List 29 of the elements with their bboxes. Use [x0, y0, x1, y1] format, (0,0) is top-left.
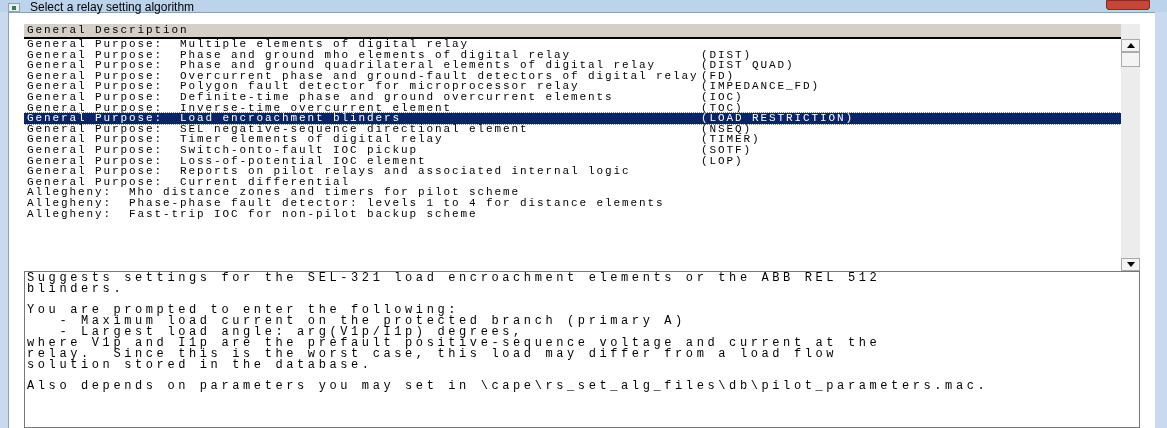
close-button[interactable]	[1106, 0, 1150, 10]
list-row[interactable]: General Purpose: Polygon fault detector for microprocessor relay (IMPEDANCE_FD)	[24, 81, 1121, 92]
description-text: Also depends on parameters you may set in \cape\rs_set_alg_files\db\pilot_parameters.mac.	[27, 381, 990, 392]
list-row[interactable]: General Purpose: Inverse-time overcurrent element (TOC)	[24, 102, 1121, 114]
list-row[interactable]: General Purpose: Definite-time phase and ground overcurrent elements (IOC)	[24, 91, 1121, 103]
scroll-up-button[interactable]	[1121, 39, 1140, 52]
scroll-down-button[interactable]	[1121, 258, 1140, 271]
list-row[interactable]: General Purpose: Overcurrent phase and ground-fault detectors of digital relay (FD)	[24, 70, 1121, 82]
list-row[interactable]: General Purpose: Current differential	[24, 176, 1121, 188]
window-title: Select a relay setting algorithm	[30, 1, 195, 13]
list-row[interactable]: General Purpose: Timer elements of digital relay (TIMER)	[24, 134, 1121, 145]
column-header[interactable]: General Description	[24, 24, 1121, 39]
list-row[interactable]: General Purpose: Switch-onto-fault IOC pickup (SOTF)	[24, 144, 1121, 156]
down-arrow-icon	[1126, 262, 1135, 267]
list-row[interactable]: General Purpose: SEL negative-sequence directional element (NSEQ)	[24, 123, 1121, 135]
list-row[interactable]: Allegheny: Fast-trip IOC for non-pilot backup scheme	[24, 208, 1121, 220]
scrollbar[interactable]	[1121, 24, 1140, 271]
list-row[interactable]: General Purpose: Reports on pilot relays and associated internal logic	[24, 166, 1121, 177]
list-row[interactable]: General Purpose: Multiple elements of digital relay	[24, 39, 1121, 50]
list-row[interactable]: Allegheny: Phase-phase fault detector: levels 1 to 4 for distance elements	[24, 197, 1121, 209]
description-text: Suggests settings for the SEL-321 load encroachment elements or the ABB REL 512 blinders.	[27, 273, 882, 295]
description-text: You are prompted to enter the following: - Maximum load current on the protected branch (primary A) - Largest load angle: arg(V1p/I1p) degrees, where V1p and I1p are the prefault positive-sequence voltage and current at the relay. Since this is the worst case, this load may differ from a load flow solution stored in the database.	[27, 305, 882, 371]
list-row[interactable]: General Purpose: Phase and ground quadrilateral elements of digital relay (DIST QUAD)	[24, 60, 1121, 71]
list-row[interactable]: General Purpose: Loss-of-potential IOC element (LOP)	[24, 155, 1121, 167]
list-row[interactable]: General Purpose: Load encroachment blinders (LOAD RESTRICTION)	[24, 113, 1121, 124]
list-row[interactable]: Allegheny: Mho distance zones and timers for pilot scheme	[24, 187, 1121, 198]
up-arrow-icon	[1126, 43, 1135, 48]
scroll-thumb[interactable]	[1121, 52, 1140, 67]
list-row[interactable]: General Purpose: Phase and ground mho elements of digital relay (DIST)	[24, 49, 1121, 61]
